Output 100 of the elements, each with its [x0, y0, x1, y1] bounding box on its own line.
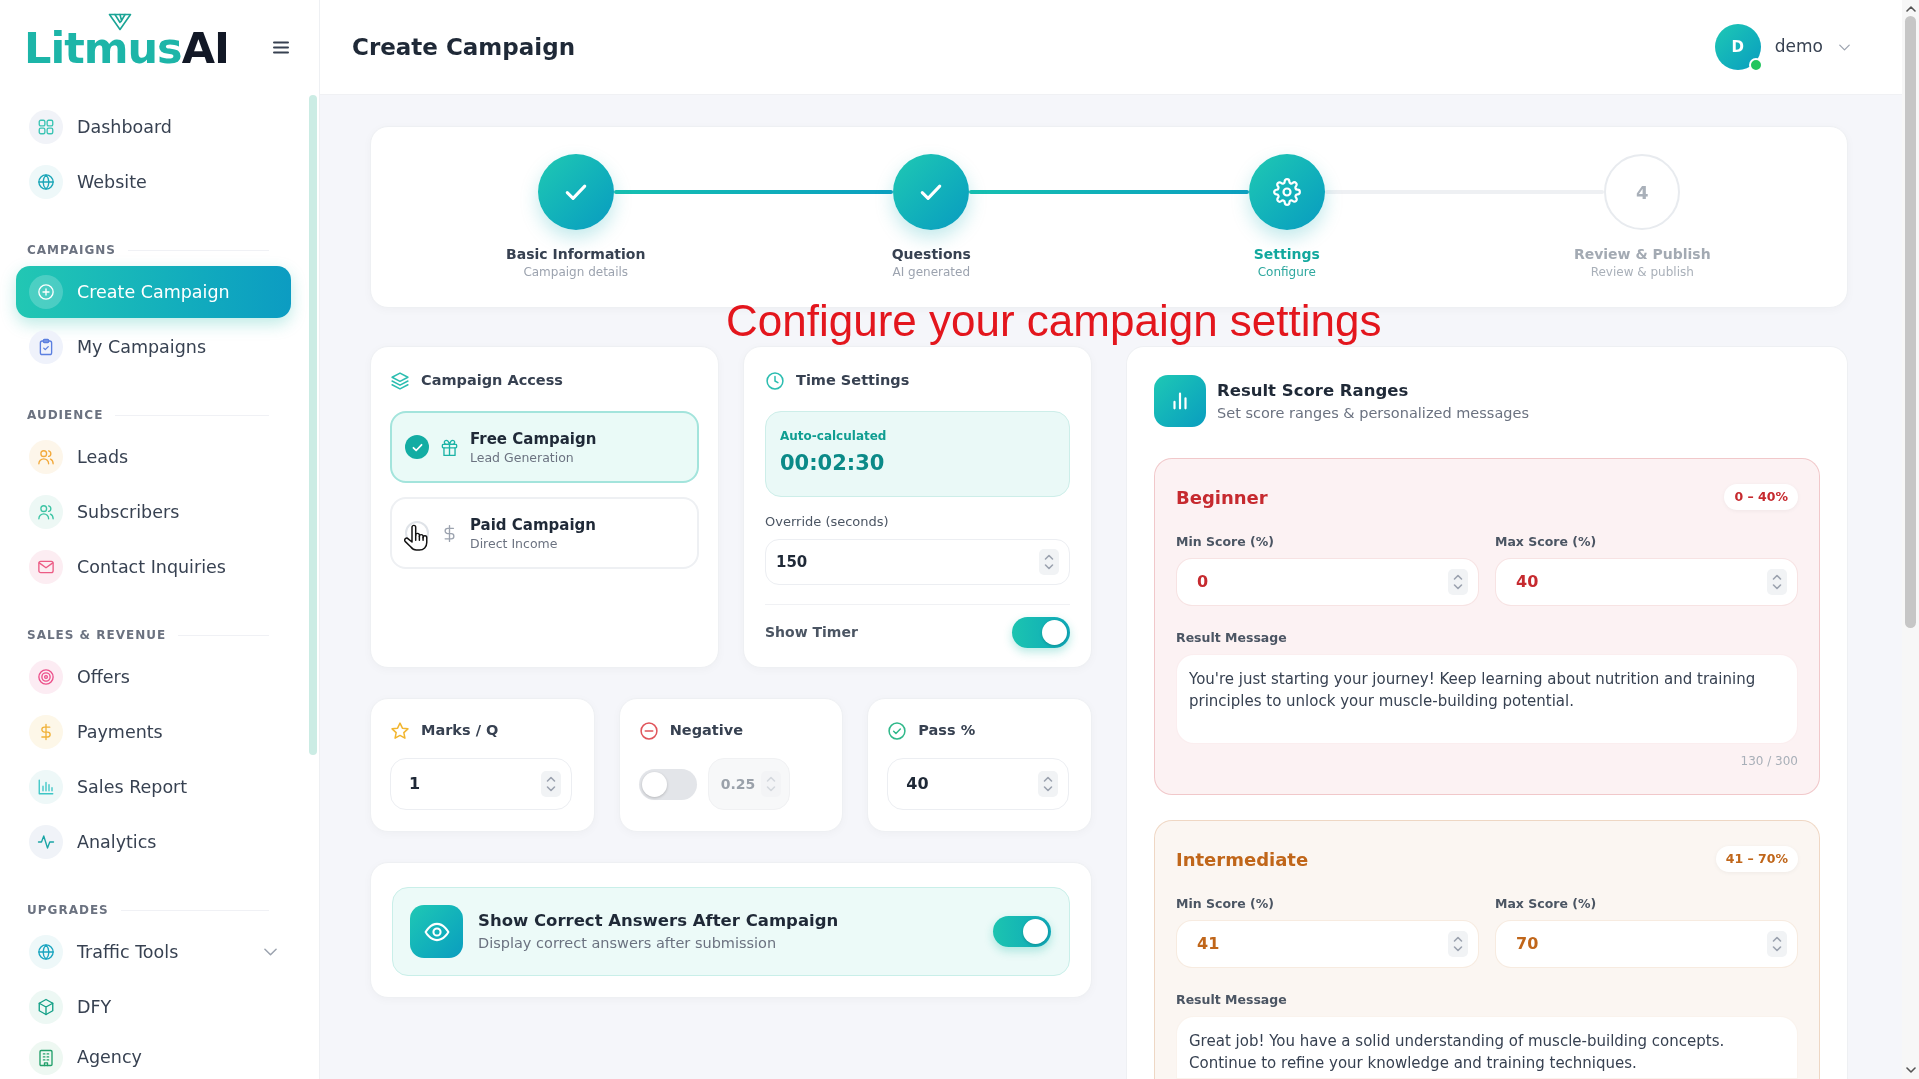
toggle-switch[interactable] — [1012, 617, 1070, 648]
star-icon — [390, 721, 410, 741]
check-circle-icon — [887, 721, 908, 741]
auto-time-value: 00:02:30 — [780, 450, 885, 476]
sidebar-item[interactable]: DFY — [16, 981, 291, 1033]
step-title: Settings — [1253, 245, 1320, 263]
grid-icon — [29, 110, 63, 144]
caption-text: Configure your campaign settings — [726, 295, 1382, 347]
card-title: Marks / Q — [421, 721, 499, 741]
users-icon — [29, 440, 63, 474]
step-subtitle: Campaign details — [523, 264, 629, 280]
option-description: Display correct answers after submission — [478, 934, 777, 953]
spin-arrows-icon[interactable] — [540, 771, 561, 797]
layers-icon — [390, 371, 410, 391]
pulse-icon — [29, 825, 63, 859]
building-icon — [29, 1040, 63, 1075]
spin-arrows-icon[interactable] — [760, 771, 781, 797]
sidebar-item[interactable]: Subscribers — [16, 486, 291, 538]
option-subtitle: Direct Income — [470, 534, 558, 552]
score-range-badge: 41 – 70% — [1715, 846, 1798, 872]
number-input[interactable]: 40 — [887, 758, 1069, 810]
sidebar-item[interactable]: Sales Report — [16, 761, 291, 813]
message-textarea[interactable]: Great job! You have a solid understanding of muscle-building concepts. Continue to refine your knowledge and training techniques. — [1176, 1016, 1798, 1079]
auto-time-label: Auto-calculated — [780, 428, 887, 444]
spin-arrows-icon[interactable] — [1038, 771, 1058, 797]
number-input[interactable]: 41 — [1176, 920, 1479, 968]
field-label: Result Message — [1176, 630, 1287, 645]
scrollbar-thumb[interactable] — [309, 95, 317, 755]
gift-icon — [440, 437, 459, 457]
sidebar-item[interactable]: Leads — [16, 431, 291, 483]
step-number: 4 — [1604, 154, 1681, 230]
field-label: Max Score (%) — [1495, 896, 1597, 911]
field-label: Min Score (%) — [1176, 534, 1274, 549]
sidebar-item[interactable]: My Campaigns — [16, 321, 291, 373]
number-input[interactable]: 150 — [765, 539, 1070, 585]
section-heading: CAMPAIGNS — [27, 242, 116, 259]
sidebar-item[interactable]: Dashboard — [16, 101, 291, 153]
step-title: Review & Publish — [1573, 245, 1711, 263]
bar-chart-icon — [1154, 375, 1206, 427]
dollar-icon — [29, 715, 63, 749]
step-subtitle: Review & publish — [1590, 264, 1694, 280]
card-title: Pass % — [918, 721, 976, 741]
target-icon — [29, 660, 63, 694]
step-subtitle: Configure — [1257, 264, 1316, 280]
sidebar-item[interactable]: Contact Inquiries — [16, 541, 291, 593]
field-label: Min Score (%) — [1176, 896, 1274, 911]
field-label: Result Message — [1176, 992, 1287, 1007]
menu-icon[interactable] — [273, 41, 289, 54]
campaign-option[interactable]: Paid Campaign Direct Income — [390, 497, 699, 569]
section-heading: AUDIENCE — [27, 407, 104, 424]
globe-icon — [29, 935, 63, 969]
sidebar-item[interactable]: Analytics — [16, 816, 291, 868]
bar-chart-icon — [29, 770, 63, 804]
number-input[interactable]: 70 — [1495, 920, 1798, 968]
spin-arrows-icon[interactable] — [1448, 931, 1468, 957]
character-counter: 130 / 300 — [1740, 754, 1798, 769]
sidebar-item[interactable]: Agency — [16, 1036, 291, 1079]
logo-text: LitmusAI — [24, 22, 229, 73]
eye-icon — [410, 905, 463, 958]
scroll-down-icon[interactable] — [1905, 1067, 1916, 1073]
score-range-badge: 0 – 40% — [1724, 484, 1798, 510]
card-title: Negative — [669, 721, 743, 741]
scroll-up-icon[interactable] — [1905, 6, 1916, 12]
sidebar-item[interactable]: Payments — [16, 706, 291, 758]
user-name[interactable]: demo — [1774, 34, 1823, 60]
option-title: Paid Campaign — [470, 514, 596, 535]
range-title: Beginner — [1176, 485, 1268, 510]
chevron-down-icon[interactable] — [1839, 43, 1850, 51]
field-label: Override (seconds) — [765, 514, 889, 530]
field-label: Max Score (%) — [1495, 534, 1597, 549]
scrollbar-thumb[interactable] — [1905, 16, 1916, 628]
envelope-icon — [29, 550, 63, 584]
radio-button[interactable] — [405, 435, 429, 459]
toggle-switch[interactable] — [993, 916, 1051, 947]
sidebar-item[interactable]: Traffic Tools — [16, 926, 291, 978]
card-title: Time Settings — [796, 371, 910, 391]
spin-arrows-icon[interactable] — [1767, 931, 1787, 957]
toggle-label: Show Timer — [765, 623, 858, 642]
sidebar-item[interactable]: Offers — [16, 651, 291, 703]
message-textarea[interactable]: You're just starting your journey! Keep learning about nutrition and training principles to unlock your muscle-building potential. — [1176, 654, 1798, 744]
section-heading: UPGRADES — [27, 902, 109, 919]
clock-icon — [765, 371, 785, 391]
spin-arrows-icon[interactable] — [1039, 549, 1059, 575]
chevron-down-icon[interactable] — [264, 948, 277, 956]
card-title: Result Score Ranges — [1217, 379, 1409, 402]
card-title: Campaign Access — [421, 371, 563, 391]
step-title: Basic Information — [506, 245, 646, 263]
spin-arrows-icon[interactable] — [1767, 569, 1787, 595]
number-input[interactable]: 1 — [390, 758, 572, 810]
range-title: Intermediate — [1176, 847, 1309, 872]
clipboard-icon — [29, 330, 63, 364]
toggle-switch[interactable] — [638, 768, 697, 800]
number-input[interactable]: 0 — [1176, 558, 1479, 606]
globe-icon — [29, 165, 63, 199]
card-subtitle: Set score ranges & personalized messages — [1217, 403, 1529, 423]
sidebar-item[interactable]: Website — [16, 156, 291, 208]
campaign-option[interactable]: Free Campaign Lead Generation — [390, 411, 699, 483]
minus-circle-icon — [638, 721, 659, 741]
number-input[interactable]: 40 — [1495, 558, 1798, 606]
spin-arrows-icon[interactable] — [1448, 569, 1468, 595]
